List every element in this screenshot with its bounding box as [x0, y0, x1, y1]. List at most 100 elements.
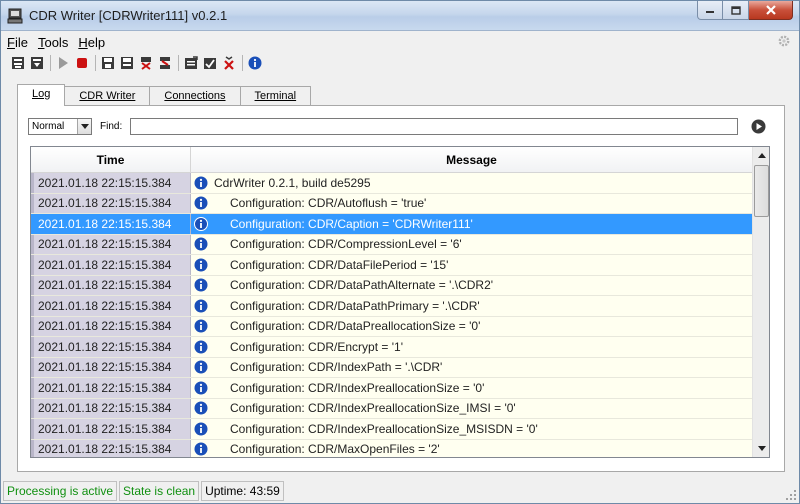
cell-message: Configuration: CDR/DataPreallocationSize… — [191, 316, 753, 336]
table-row[interactable]: 2021.01.18 22:15:15.384 Configuration: CD… — [31, 234, 753, 255]
table-row[interactable]: 2021.01.18 22:15:15.384 Configuration: CD… — [31, 357, 753, 378]
cell-time: 2021.01.18 22:15:15.384 — [31, 337, 191, 357]
toolbar-check-button[interactable] — [201, 54, 219, 72]
cell-time: 2021.01.18 22:15:15.384 — [31, 193, 191, 213]
table-row[interactable]: 2021.01.18 22:15:15.384 Configuration: CD… — [31, 193, 753, 214]
table-row[interactable]: 2021.01.18 22:15:15.384 Configuration: CD… — [31, 275, 753, 296]
log-grid: Time Message 2021.01.18 22:15:15.384 CdrW… — [30, 146, 770, 458]
column-header-message[interactable]: Message — [191, 147, 753, 172]
column-header-time[interactable]: Time — [31, 147, 191, 172]
arrow-up-icon — [757, 153, 766, 158]
toolbar-edit-button[interactable] — [182, 54, 200, 72]
cell-time: 2021.01.18 22:15:15.384 — [31, 255, 191, 275]
cell-message: Configuration: CDR/Caption = 'CDRWriter1… — [191, 214, 753, 234]
cell-message: Configuration: CDR/CompressionLevel = '6… — [191, 234, 753, 254]
message-text: Configuration: CDR/MaxOpenFiles = '2' — [230, 442, 440, 457]
clear-icon — [160, 57, 170, 69]
toolbar-delete-button[interactable] — [137, 54, 155, 72]
toolbar-stop-button[interactable] — [73, 54, 91, 72]
scroll-thumb[interactable] — [754, 165, 769, 217]
tab-log[interactable]: Log — [17, 84, 66, 106]
cell-message: Configuration: CDR/IndexPreallocationSiz… — [191, 378, 753, 398]
vertical-scrollbar[interactable] — [752, 147, 769, 457]
find-input[interactable] — [130, 118, 738, 135]
info-icon — [194, 299, 208, 313]
table-row[interactable]: 2021.01.18 22:15:15.384 Configuration: CD… — [31, 214, 753, 235]
save-as-icon — [121, 57, 133, 69]
edit-icon — [185, 56, 198, 69]
cell-message: Configuration: CDR/DataFilePeriod = '15' — [191, 255, 753, 275]
cell-time: 2021.01.18 22:15:15.384 — [31, 275, 191, 295]
app-window: CDR Writer [CDRWriter111] v0.2.1 File To… — [0, 0, 800, 504]
message-text: CdrWriter 0.2.1, build de5295 — [214, 175, 371, 190]
scroll-down-button[interactable] — [753, 440, 769, 457]
toolbar-remove-button[interactable] — [220, 54, 238, 72]
play-icon — [59, 57, 68, 69]
status-uptime: Uptime: 43:59 — [201, 481, 284, 501]
chevron-down-icon — [80, 124, 89, 129]
info-icon — [194, 401, 208, 415]
info-icon — [194, 237, 208, 251]
cell-message: Configuration: CDR/MaxOpenFiles = '2' — [191, 439, 753, 457]
menu-help[interactable]: Help — [78, 35, 105, 50]
minimize-button[interactable] — [697, 1, 723, 20]
log-level-select[interactable]: Normal — [28, 118, 92, 135]
cell-message: Configuration: CDR/Autoflush = 'true' — [191, 193, 753, 213]
cell-message: Configuration: CDR/IndexPreallocationSiz… — [191, 398, 753, 418]
table-row[interactable]: 2021.01.18 22:15:15.384 Configuration: CD… — [31, 419, 753, 440]
log-level-dropdown-button[interactable] — [77, 119, 91, 134]
toolbar-save-log-button[interactable] — [9, 54, 27, 72]
info-icon — [194, 422, 208, 436]
toolbar-export-log-button[interactable] — [28, 54, 46, 72]
export-log-icon — [31, 57, 43, 69]
scroll-up-button[interactable] — [753, 147, 769, 164]
log-level-value: Normal — [32, 121, 65, 132]
cell-time: 2021.01.18 22:15:15.384 — [31, 398, 191, 418]
cell-time: 2021.01.18 22:15:15.384 — [31, 173, 191, 193]
grid-header: Time Message — [31, 147, 753, 173]
toolbar-about-button[interactable] — [246, 54, 264, 72]
message-text: Configuration: CDR/IndexPath = '.\CDR' — [230, 360, 443, 375]
info-icon — [194, 381, 208, 395]
cell-time: 2021.01.18 22:15:15.384 — [31, 357, 191, 377]
menu-tools[interactable]: Tools — [38, 35, 68, 50]
table-row[interactable]: 2021.01.18 22:15:15.384 Configuration: CD… — [31, 378, 753, 399]
toolbar-save-as-button[interactable] — [118, 54, 136, 72]
table-row[interactable]: 2021.01.18 22:15:15.384 Configuration: CD… — [31, 296, 753, 317]
status-bar: Processing is active State is clean Upti… — [1, 479, 799, 503]
tab-terminal[interactable]: Terminal — [240, 86, 312, 105]
table-row[interactable]: 2021.01.18 22:15:15.384 CdrWriter 0.2.1, … — [31, 173, 753, 194]
cell-message: Configuration: CDR/IndexPreallocationSiz… — [191, 419, 753, 439]
tab-strip: Log CDR Writer Connections Terminal — [17, 84, 312, 106]
close-button[interactable] — [749, 1, 793, 20]
table-row[interactable]: 2021.01.18 22:15:15.384 Configuration: CD… — [31, 255, 753, 276]
stop-icon — [77, 58, 87, 68]
tab-connections[interactable]: Connections — [150, 86, 241, 105]
cell-time: 2021.01.18 22:15:15.384 — [31, 214, 191, 234]
table-row[interactable]: 2021.01.18 22:15:15.384 Configuration: CD… — [31, 439, 753, 457]
table-row[interactable]: 2021.01.18 22:15:15.384 Configuration: CD… — [31, 316, 753, 337]
resize-grip-icon[interactable] — [785, 489, 797, 501]
menu-file[interactable]: File — [7, 35, 28, 50]
info-icon — [194, 442, 208, 456]
maximize-button[interactable] — [723, 1, 749, 20]
tab-cdr-writer[interactable]: CDR Writer — [65, 86, 151, 105]
table-row[interactable]: 2021.01.18 22:15:15.384 Configuration: CD… — [31, 398, 753, 419]
toolbar-start-button[interactable] — [54, 54, 72, 72]
toolbar-separator — [50, 55, 51, 71]
save-icon — [102, 57, 114, 69]
window-title: CDR Writer [CDRWriter111] v0.2.1 — [29, 8, 228, 23]
cell-time: 2021.01.18 22:15:15.384 — [31, 316, 191, 336]
info-icon — [194, 340, 208, 354]
toolbar — [1, 53, 799, 73]
toolbar-clear-button[interactable] — [156, 54, 174, 72]
toolbar-save-button[interactable] — [99, 54, 117, 72]
title-bar[interactable]: CDR Writer [CDRWriter111] v0.2.1 — [1, 1, 799, 31]
log-tab-page: Normal Find: Time Message 2021.01.18 22:… — [17, 105, 785, 472]
remove-icon — [224, 56, 234, 70]
table-row[interactable]: 2021.01.18 22:15:15.384 Configuration: CD… — [31, 337, 753, 358]
find-go-icon[interactable] — [751, 119, 766, 134]
minimize-icon — [706, 11, 714, 13]
info-icon — [194, 176, 208, 190]
gear-icon[interactable] — [777, 34, 791, 48]
